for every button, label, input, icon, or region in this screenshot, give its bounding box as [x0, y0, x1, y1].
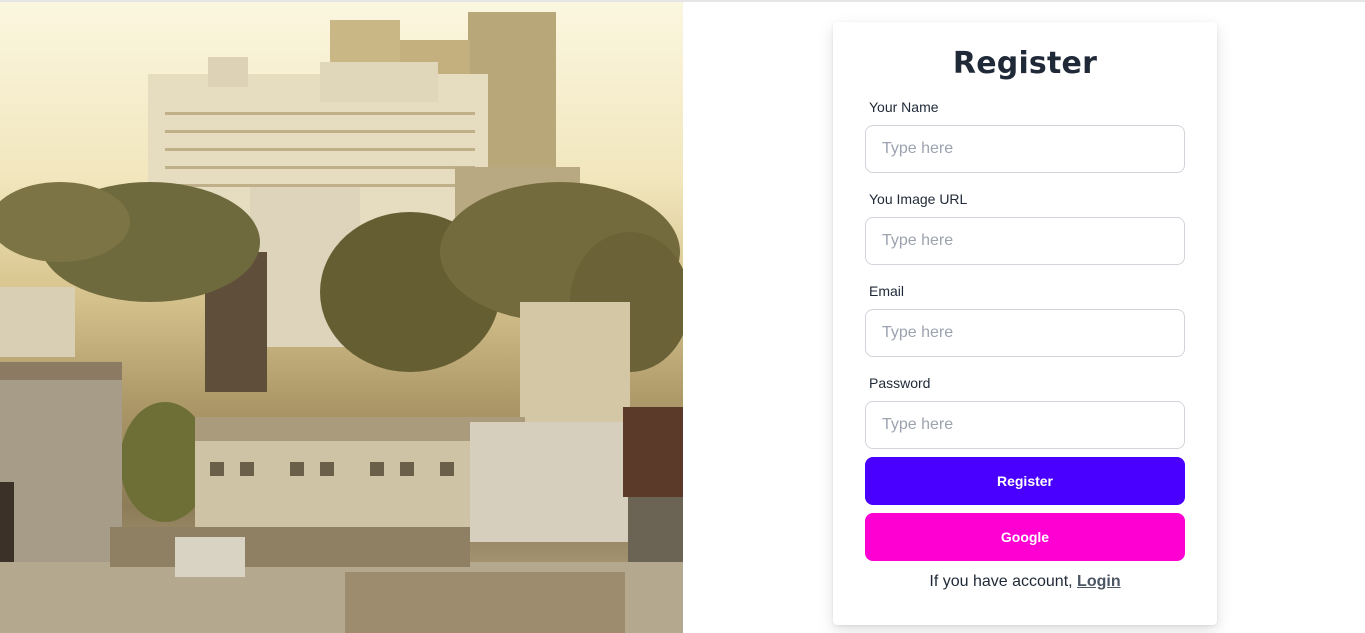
city-photo-illustration	[0, 12, 683, 633]
login-link[interactable]: Login	[1077, 573, 1121, 590]
google-signin-button[interactable]: Google	[865, 513, 1185, 561]
hero-city-image	[0, 2, 683, 633]
login-prompt: If you have account, Login	[833, 573, 1217, 591]
email-input[interactable]	[865, 309, 1185, 357]
form-title: Register	[952, 46, 1098, 81]
password-input[interactable]	[865, 401, 1185, 449]
login-prompt-text: If you have account,	[929, 573, 1078, 590]
register-button[interactable]: Register	[865, 457, 1185, 505]
register-card: Register Your Name You Image URL Email P…	[833, 22, 1217, 625]
name-input[interactable]	[865, 125, 1185, 173]
name-label: Your Name	[869, 99, 939, 115]
image-url-input[interactable]	[865, 217, 1185, 265]
password-label: Password	[869, 375, 931, 391]
email-label: Email	[869, 283, 905, 299]
image-url-label: You Image URL	[869, 191, 968, 207]
